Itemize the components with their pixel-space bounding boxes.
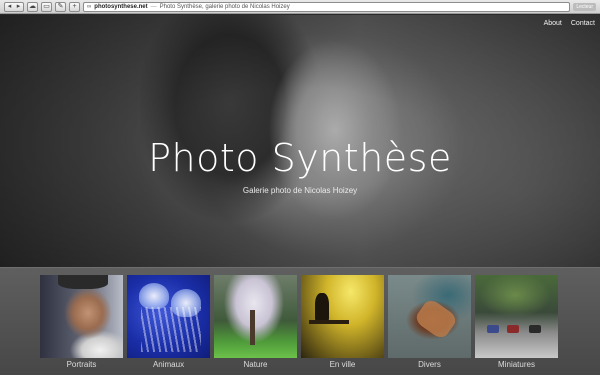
en-ville-thumbnail[interactable] <box>301 275 384 358</box>
reader-button[interactable]: Lecteur <box>573 2 596 11</box>
browser-toolbar: ◂ ▸ ☁ ▭ ✎ + ∞ photosynthese.net — Photo … <box>0 0 600 14</box>
gallery-item-divers[interactable]: Divers <box>388 275 471 375</box>
nav-contact-link[interactable]: Contact <box>571 20 595 27</box>
bench-shape <box>309 320 349 350</box>
back-forward-buttons[interactable]: ◂ ▸ <box>4 1 24 12</box>
wrench-icon: ✎ <box>57 3 64 10</box>
nav-about-link[interactable]: About <box>544 20 562 27</box>
site-title: Photo Synthèse <box>148 136 452 180</box>
gallery-label-en-ville: En ville <box>329 360 356 369</box>
gallery-item-miniatures[interactable]: Miniatures <box>475 275 558 375</box>
reader-glasses-icon: ∞ <box>87 3 92 10</box>
gallery-label-portraits: Portraits <box>66 360 97 369</box>
address-bar[interactable]: ∞ photosynthese.net — Photo Synthèse, ga… <box>83 1 571 12</box>
share-button[interactable]: ▭ <box>41 1 52 12</box>
gallery-item-en-ville[interactable]: En ville <box>301 275 384 375</box>
portraits-thumbnail[interactable] <box>40 275 123 358</box>
gallery-label-nature: Nature <box>243 360 268 369</box>
portraits-hat-shape <box>58 275 108 289</box>
gallery-label-animaux: Animaux <box>152 360 185 369</box>
car-shape <box>487 325 499 333</box>
settings-button[interactable]: ✎ <box>55 1 66 12</box>
gallery-item-nature[interactable]: Nature <box>214 275 297 375</box>
url-separator: — <box>150 3 157 10</box>
reader-label: Lecteur <box>576 3 593 10</box>
statue-shape <box>315 293 329 321</box>
gallery-item-animaux[interactable]: Animaux <box>127 275 210 375</box>
new-tab-button[interactable]: + <box>69 1 80 12</box>
gallery-label-divers: Divers <box>418 360 441 369</box>
miniatures-thumbnail[interactable] <box>475 275 558 358</box>
tentacles-shape <box>141 307 201 352</box>
animaux-thumbnail[interactable] <box>127 275 210 358</box>
back-icon[interactable]: ◂ <box>8 3 12 10</box>
cloud-icon: ☁ <box>29 3 36 10</box>
share-icon: ▭ <box>43 3 50 10</box>
plus-icon: + <box>72 3 77 10</box>
icloud-button[interactable]: ☁ <box>27 1 38 12</box>
tree-trunk-shape <box>250 310 255 345</box>
url-domain: photosynthese.net <box>94 3 148 10</box>
top-nav: About Contact <box>544 20 595 27</box>
page-title: Photo Synthèse, galerie photo de Nicolas… <box>159 3 290 10</box>
forward-icon[interactable]: ▸ <box>17 3 21 10</box>
gallery-item-portraits[interactable]: Portraits <box>40 275 123 375</box>
site-subtitle: Galerie photo de Nicolas Hoizey <box>242 186 358 195</box>
car-shape <box>507 325 519 333</box>
nature-thumbnail[interactable] <box>214 275 297 358</box>
jellyfish-shape <box>139 283 169 309</box>
gallery-label-miniatures: Miniatures <box>498 360 535 369</box>
car-shape <box>529 325 541 333</box>
divers-thumbnail[interactable] <box>388 275 471 358</box>
rusty-bolt-shape <box>413 297 459 341</box>
